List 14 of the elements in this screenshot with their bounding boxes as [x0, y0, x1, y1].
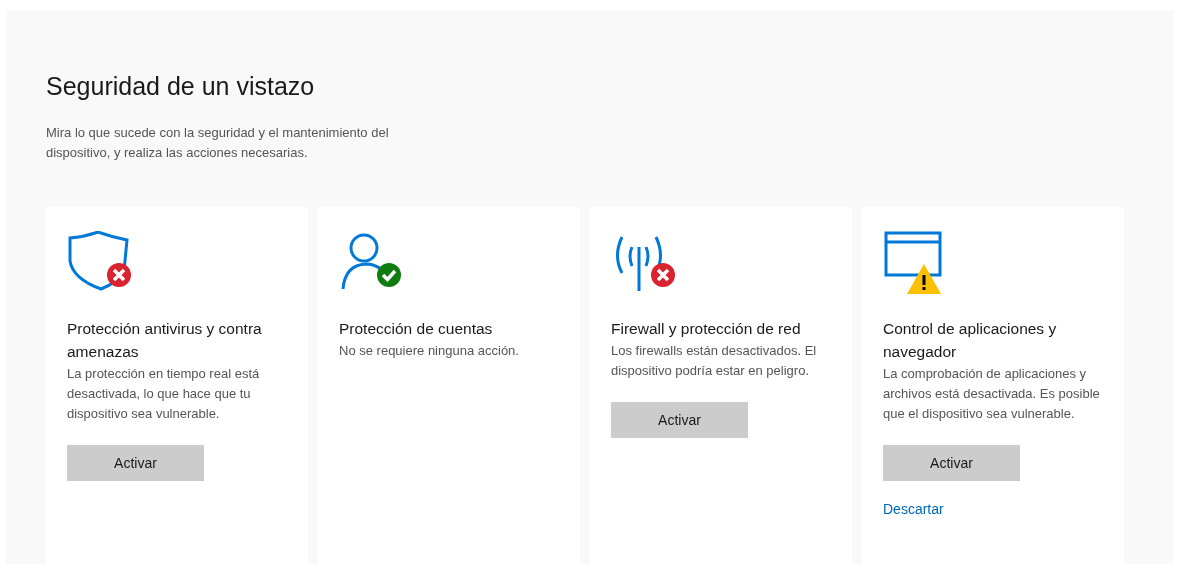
card-description: La comprobación de aplicaciones y archivos está desactivada. Es posible que el dispositivo sea vulnerable. [883, 365, 1101, 423]
card-title: Protección antivirus y contra amenazas [67, 319, 263, 362]
card-title: Control de aplicaciones y navegador [883, 319, 1058, 362]
card-title: Firewall y protección de red [611, 319, 801, 339]
activate-button[interactable]: Activar [67, 445, 204, 481]
page-title: Seguridad de un vistazo [46, 72, 316, 101]
card-description: La protección en tiempo real está desactivada, lo que hace que tu dispositivo sea vulnerable. [67, 365, 261, 423]
activate-button[interactable]: Activar [883, 445, 1020, 481]
card-description: No se requiere ninguna acción. [339, 342, 519, 360]
intro-text: Mira lo que sucede con la seguridad y el mantenimiento del dispositivo, y realiza las acciones necesarias. [46, 124, 390, 162]
card-title: Protección de cuentas [339, 319, 493, 339]
activate-button[interactable]: Activar [611, 402, 748, 438]
dismiss-link[interactable]: Descartar [883, 501, 944, 517]
card-description: Los firewalls están desactivados. El dispositivo podría estar en peligro. [611, 342, 818, 380]
